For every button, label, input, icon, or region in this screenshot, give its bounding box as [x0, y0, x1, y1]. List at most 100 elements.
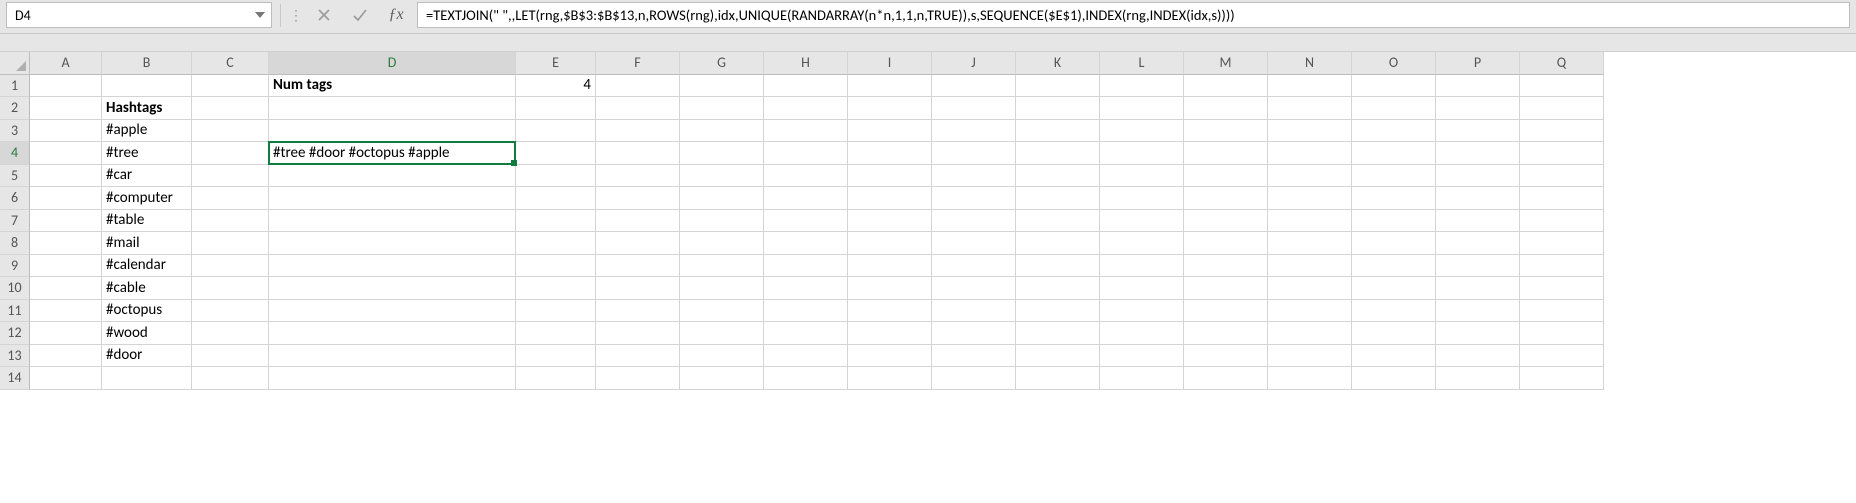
- cell-L11[interactable]: [1100, 300, 1184, 323]
- cell-G9[interactable]: [680, 255, 764, 278]
- cell-H13[interactable]: [764, 345, 848, 368]
- name-box[interactable]: D4: [6, 2, 272, 28]
- cell-E3[interactable]: [516, 120, 596, 143]
- cell-C12[interactable]: [192, 322, 269, 345]
- cell-I4[interactable]: [848, 142, 932, 165]
- cell-L9[interactable]: [1100, 255, 1184, 278]
- cell-I1[interactable]: [848, 75, 932, 98]
- cell-C8[interactable]: [192, 232, 269, 255]
- cell-J11[interactable]: [932, 300, 1016, 323]
- cell-Q13[interactable]: [1520, 345, 1604, 368]
- cell-D10[interactable]: [269, 277, 516, 300]
- cell-M3[interactable]: [1184, 120, 1268, 143]
- cell-L1[interactable]: [1100, 75, 1184, 98]
- cell-J1[interactable]: [932, 75, 1016, 98]
- cell-H11[interactable]: [764, 300, 848, 323]
- cell-E5[interactable]: [516, 165, 596, 188]
- col-header-Q[interactable]: Q: [1520, 52, 1604, 75]
- cell-C11[interactable]: [192, 300, 269, 323]
- cell-K12[interactable]: [1016, 322, 1100, 345]
- row-header-11[interactable]: 11: [0, 300, 30, 323]
- cell-A6[interactable]: [30, 187, 102, 210]
- cell-J3[interactable]: [932, 120, 1016, 143]
- cell-H1[interactable]: [764, 75, 848, 98]
- cell-F8[interactable]: [596, 232, 680, 255]
- cell-O1[interactable]: [1352, 75, 1436, 98]
- cell-C2[interactable]: [192, 97, 269, 120]
- cell-P11[interactable]: [1436, 300, 1520, 323]
- col-header-D[interactable]: D: [269, 52, 516, 75]
- cell-P4[interactable]: [1436, 142, 1520, 165]
- cell-C9[interactable]: [192, 255, 269, 278]
- cell-A4[interactable]: [30, 142, 102, 165]
- cell-P6[interactable]: [1436, 187, 1520, 210]
- cell-G14[interactable]: [680, 367, 764, 390]
- cell-K4[interactable]: [1016, 142, 1100, 165]
- cell-B1[interactable]: [102, 75, 192, 98]
- cell-J2[interactable]: [932, 97, 1016, 120]
- cell-D3[interactable]: [269, 120, 516, 143]
- cell-B14[interactable]: [102, 367, 192, 390]
- cell-Q5[interactable]: [1520, 165, 1604, 188]
- cell-G10[interactable]: [680, 277, 764, 300]
- cell-Q12[interactable]: [1520, 322, 1604, 345]
- cell-J5[interactable]: [932, 165, 1016, 188]
- cell-I12[interactable]: [848, 322, 932, 345]
- cell-K11[interactable]: [1016, 300, 1100, 323]
- row-header-1[interactable]: 1: [0, 75, 30, 98]
- cell-Q2[interactable]: [1520, 97, 1604, 120]
- cell-E4[interactable]: [516, 142, 596, 165]
- cell-M8[interactable]: [1184, 232, 1268, 255]
- cell-O14[interactable]: [1352, 367, 1436, 390]
- row-header-2[interactable]: 2: [0, 97, 30, 120]
- cell-A13[interactable]: [30, 345, 102, 368]
- cell-F5[interactable]: [596, 165, 680, 188]
- cell-H10[interactable]: [764, 277, 848, 300]
- cell-O13[interactable]: [1352, 345, 1436, 368]
- cell-K14[interactable]: [1016, 367, 1100, 390]
- cell-L10[interactable]: [1100, 277, 1184, 300]
- fx-button[interactable]: ƒx: [381, 2, 411, 28]
- cell-Q14[interactable]: [1520, 367, 1604, 390]
- cell-H2[interactable]: [764, 97, 848, 120]
- cell-H6[interactable]: [764, 187, 848, 210]
- cell-J14[interactable]: [932, 367, 1016, 390]
- cell-J6[interactable]: [932, 187, 1016, 210]
- cell-P14[interactable]: [1436, 367, 1520, 390]
- cell-D12[interactable]: [269, 322, 516, 345]
- cell-D4[interactable]: #tree #door #octopus #apple: [269, 142, 516, 165]
- cell-A1[interactable]: [30, 75, 102, 98]
- cell-M11[interactable]: [1184, 300, 1268, 323]
- cell-H9[interactable]: [764, 255, 848, 278]
- cell-H7[interactable]: [764, 210, 848, 233]
- cell-Q9[interactable]: [1520, 255, 1604, 278]
- col-header-L[interactable]: L: [1100, 52, 1184, 75]
- cell-A5[interactable]: [30, 165, 102, 188]
- col-header-I[interactable]: I: [848, 52, 932, 75]
- col-header-E[interactable]: E: [516, 52, 596, 75]
- cell-G3[interactable]: [680, 120, 764, 143]
- cell-D9[interactable]: [269, 255, 516, 278]
- cell-G13[interactable]: [680, 345, 764, 368]
- cell-F12[interactable]: [596, 322, 680, 345]
- cell-G12[interactable]: [680, 322, 764, 345]
- cell-O3[interactable]: [1352, 120, 1436, 143]
- cell-H5[interactable]: [764, 165, 848, 188]
- cell-B11[interactable]: #octopus: [102, 300, 192, 323]
- cell-K3[interactable]: [1016, 120, 1100, 143]
- cell-A10[interactable]: [30, 277, 102, 300]
- cell-M13[interactable]: [1184, 345, 1268, 368]
- cell-B9[interactable]: #calendar: [102, 255, 192, 278]
- cell-N1[interactable]: [1268, 75, 1352, 98]
- cell-B8[interactable]: #mail: [102, 232, 192, 255]
- cell-C5[interactable]: [192, 165, 269, 188]
- col-header-O[interactable]: O: [1352, 52, 1436, 75]
- row-header-12[interactable]: 12: [0, 322, 30, 345]
- enter-button[interactable]: [345, 2, 375, 28]
- cell-I9[interactable]: [848, 255, 932, 278]
- select-all-corner[interactable]: [0, 52, 30, 75]
- cell-D5[interactable]: [269, 165, 516, 188]
- cell-M9[interactable]: [1184, 255, 1268, 278]
- cell-M7[interactable]: [1184, 210, 1268, 233]
- col-header-F[interactable]: F: [596, 52, 680, 75]
